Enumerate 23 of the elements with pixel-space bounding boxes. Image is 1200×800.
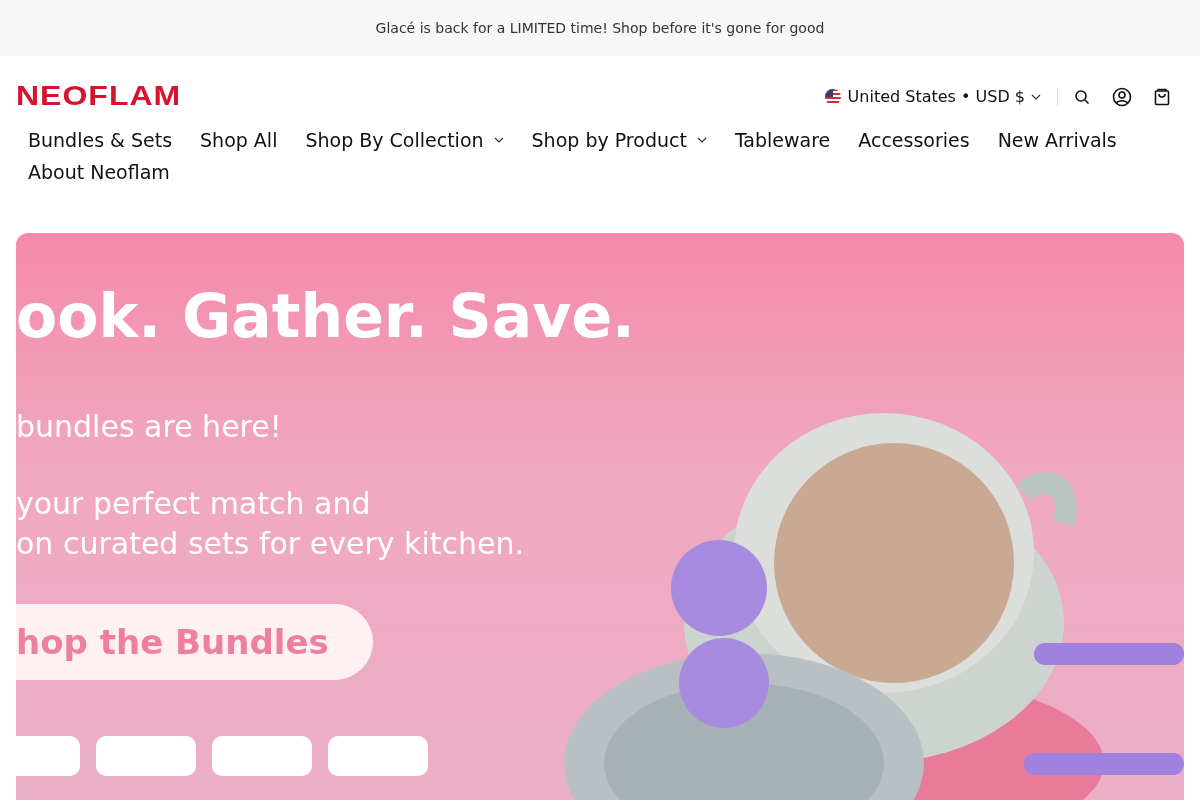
hero-subtitle: bundles are here! [16, 409, 283, 444]
nav-link[interactable]: Accessories [858, 129, 970, 151]
product-thumbnail[interactable] [212, 736, 312, 776]
hero-description: your perfect match and on curated sets for every kitchen. [16, 485, 525, 563]
nav-link[interactable]: Tableware [734, 129, 831, 151]
bag-icon[interactable] [1154, 87, 1170, 106]
nav-link[interactable]: New Arrivals [997, 129, 1117, 151]
product-thumbnail[interactable] [328, 736, 428, 776]
hero-headline: ook. Gather. Save. [16, 281, 636, 351]
nav-link[interactable]: About Neoflam [28, 161, 170, 183]
product-thumbnail[interactable] [96, 736, 196, 776]
chevron-icon [1031, 93, 1041, 100]
nav-link[interactable]: Shop All [200, 129, 278, 151]
brand-logo[interactable]: NEOFLAM [16, 80, 182, 113]
nav-link[interactable]: Bundles & Sets [28, 129, 173, 151]
flag-icon [823, 87, 842, 106]
announcement-text: Glacé is back for a LIMITED time! Shop before it's gone for good [375, 20, 825, 36]
locale-selector[interactable]: United States • USD $ [823, 87, 1041, 106]
account-icon[interactable] [1112, 86, 1132, 107]
search-icon[interactable] [1074, 88, 1090, 105]
nav-link[interactable]: Shop By Collection [305, 129, 504, 151]
product-thumbnail[interactable] [16, 736, 80, 776]
nav-link[interactable]: Shop by Product [531, 129, 707, 151]
